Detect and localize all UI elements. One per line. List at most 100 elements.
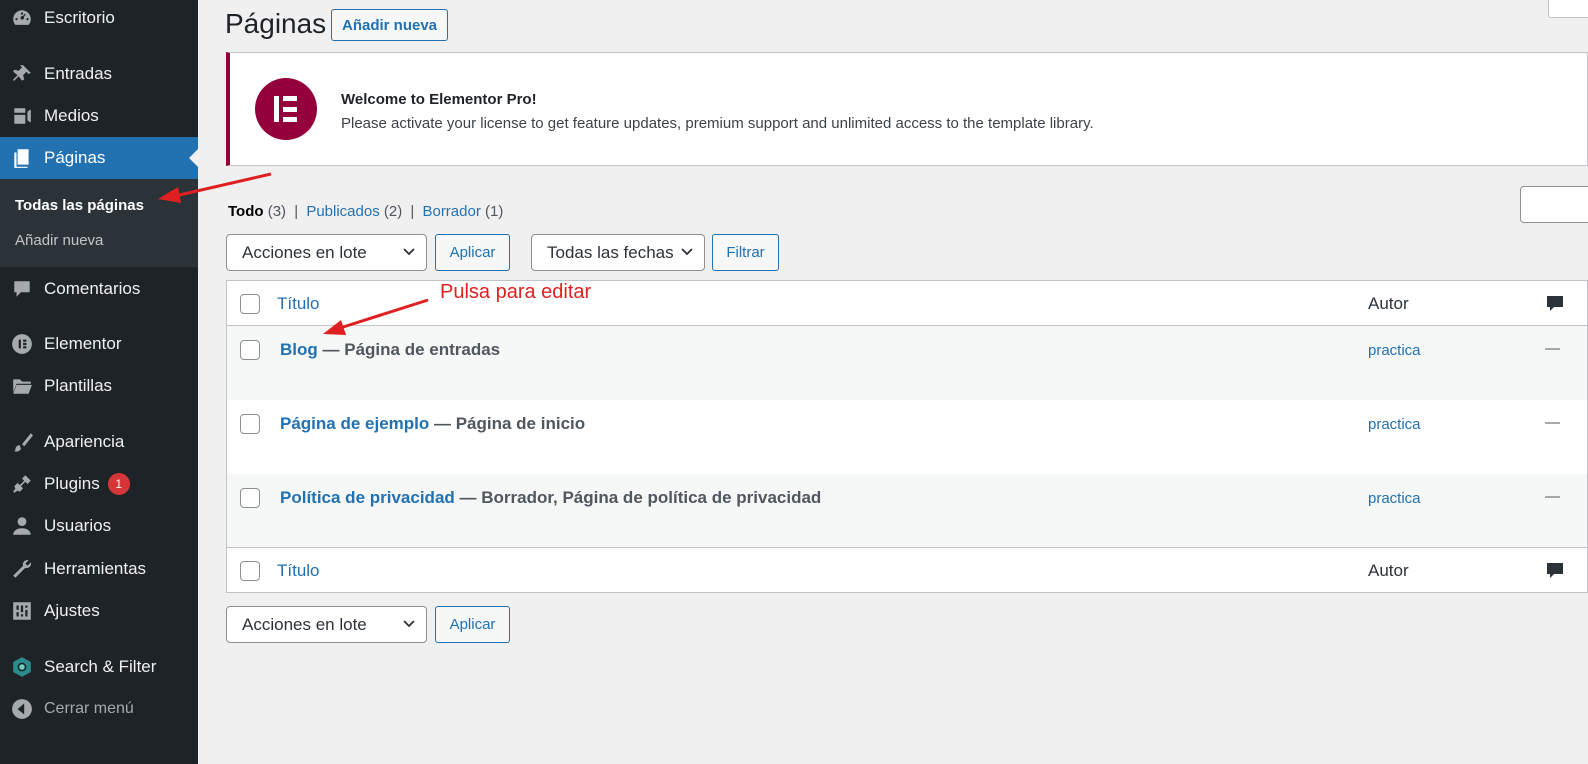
folder-icon [10, 374, 34, 398]
apply-button-top[interactable]: Aplicar [435, 234, 510, 271]
table-row: Blog — Página de entradas practica — [227, 326, 1587, 400]
sidebar-item-escritorio[interactable]: Escritorio [0, 0, 198, 39]
view-published-count: (2) [383, 203, 403, 220]
pin-icon [10, 62, 34, 86]
elementor-logo-icon [255, 78, 317, 140]
row-checkbox[interactable] [240, 340, 260, 360]
settings-icon [10, 599, 34, 623]
submenu-add-new[interactable]: Añadir nueva [15, 232, 103, 249]
bulk-actions-select-top[interactable]: Acciones en lote [226, 234, 427, 271]
apply-button-bottom[interactable]: Aplicar [435, 606, 510, 643]
date-filter-select[interactable]: Todas las fechas [531, 234, 705, 271]
date-filter-value: Todas las fechas [547, 242, 674, 262]
sidebar-item-label: Herramientas [44, 559, 147, 578]
sidebar-item-label: Comentarios [44, 279, 141, 298]
author-link[interactable]: practica [1368, 490, 1421, 507]
page-state: — Página de inicio [429, 414, 586, 433]
table-row: Política de privacidad — Borrador, Págin… [227, 474, 1587, 548]
column-author-header: Autor [1368, 294, 1409, 313]
update-count-badge: 1 [107, 473, 130, 495]
page-title-link: Política de privacidad — Borrador, Págin… [280, 488, 821, 508]
column-title-header[interactable]: Título [277, 294, 320, 314]
sidebar-item-label: Medios [44, 106, 99, 125]
view-separator: | [410, 203, 415, 220]
table-header: Título Autor [227, 281, 1587, 326]
sidebar-item-ajustes[interactable]: Ajustes [0, 590, 198, 632]
table-row: Página de ejemplo — Página de inicio pra… [227, 400, 1587, 474]
sidebar-item-label: Usuarios [44, 516, 112, 535]
view-draft-count: (1) [485, 203, 504, 220]
add-new-page-button[interactable]: Añadir nueva [331, 9, 448, 41]
page-link-blog[interactable]: Blog [280, 340, 318, 359]
bulk-actions-select-bottom[interactable]: Acciones en lote [226, 606, 427, 643]
comment-icon [10, 277, 34, 301]
sidebar-item-label: Páginas [44, 148, 106, 167]
pages-table: Título Autor Blog — Página de entradas p… [226, 280, 1588, 593]
column-author-footer: Autor [1368, 561, 1409, 580]
screen-options-tab[interactable] [1548, 0, 1588, 18]
sidebar-item-usuarios[interactable]: Usuarios [0, 505, 198, 547]
row-checkbox[interactable] [240, 414, 260, 434]
view-draft-link[interactable]: Borrador [422, 203, 480, 220]
sidebar-item-elementor[interactable]: Elementor [0, 323, 198, 365]
bulk-actions-value: Acciones en lote [242, 242, 367, 262]
sidebar-item-herramientas[interactable]: Herramientas [0, 548, 198, 590]
sidebar-item-label: Cerrar menú [44, 700, 134, 717]
search-pages-input[interactable] [1520, 186, 1588, 223]
sidebar-item-apariencia[interactable]: Apariencia [0, 421, 198, 463]
pages-icon [10, 146, 34, 170]
comments-column-icon[interactable] [1545, 293, 1565, 313]
view-all-link[interactable]: Todo [228, 203, 264, 220]
author-link[interactable]: practica [1368, 416, 1421, 433]
page-link-privacidad[interactable]: Política de privacidad [280, 488, 455, 507]
wrench-icon [10, 557, 34, 581]
elementor-license-notice: Welcome to Elementor Pro! Please activat… [226, 52, 1588, 166]
page-link-ejemplo[interactable]: Página de ejemplo [280, 414, 429, 433]
plugin-icon [10, 472, 34, 496]
sidebar-item-label: Search & Filter [44, 657, 157, 676]
comment-count: — [1545, 414, 1560, 431]
admin-sidebar: Escritorio Entradas Medios Páginas Todas… [0, 0, 198, 764]
page-state: — Borrador, Página de política de privac… [454, 488, 822, 507]
select-all-checkbox-bottom[interactable] [240, 561, 260, 581]
sidebar-item-label: Elementor [44, 334, 122, 353]
sidebar-item-label: Entradas [44, 64, 113, 83]
chevron-down-icon [403, 248, 415, 256]
sidebar-item-search-filter[interactable]: Search & Filter [0, 646, 198, 688]
collapse-icon [10, 697, 34, 721]
row-checkbox[interactable] [240, 488, 260, 508]
comment-count: — [1545, 340, 1560, 357]
pages-submenu: Todas las páginas Añadir nueva [0, 179, 198, 267]
comments-column-icon[interactable] [1545, 560, 1565, 580]
chevron-down-icon [403, 620, 415, 628]
sidebar-item-plantillas[interactable]: Plantillas [0, 365, 198, 407]
sidebar-item-paginas[interactable]: Páginas [0, 137, 198, 179]
sidebar-item-plugins[interactable]: Plugins 1 [0, 463, 198, 505]
filter-button[interactable]: Filtrar [712, 234, 779, 271]
sidebar-item-entradas[interactable]: Entradas [0, 53, 198, 95]
author-link[interactable]: practica [1368, 342, 1421, 359]
view-separator: | [294, 203, 299, 220]
annotation-label: Pulsa para editar [440, 281, 592, 303]
user-icon [10, 514, 34, 538]
sidebar-item-label: Plugins [44, 474, 100, 493]
sidebar-item-comentarios[interactable]: Comentarios [0, 268, 198, 310]
column-title-footer[interactable]: Título [277, 561, 320, 581]
elementor-icon [10, 332, 34, 356]
sidebar-item-label: Escritorio [44, 8, 115, 27]
sidebar-item-label: Ajustes [44, 601, 100, 620]
status-views: Todo (3) | Publicados (2) | Borrador (1) [228, 203, 503, 220]
view-published-link[interactable]: Publicados [306, 203, 379, 220]
sidebar-item-medios[interactable]: Medios [0, 95, 198, 137]
search-filter-icon [10, 655, 34, 679]
page-title-link: Página de ejemplo — Página de inicio [280, 414, 585, 434]
brush-icon [10, 430, 34, 454]
comment-count: — [1545, 488, 1560, 505]
page-title: Páginas [225, 8, 327, 39]
chevron-down-icon [681, 248, 693, 256]
select-all-checkbox[interactable] [240, 294, 260, 314]
submenu-all-pages[interactable]: Todas las páginas [15, 197, 144, 214]
collapse-menu-button[interactable]: Cerrar menú [0, 688, 198, 730]
page-state: — Página de entradas [317, 340, 501, 359]
page-title-link: Blog — Página de entradas [280, 340, 500, 360]
